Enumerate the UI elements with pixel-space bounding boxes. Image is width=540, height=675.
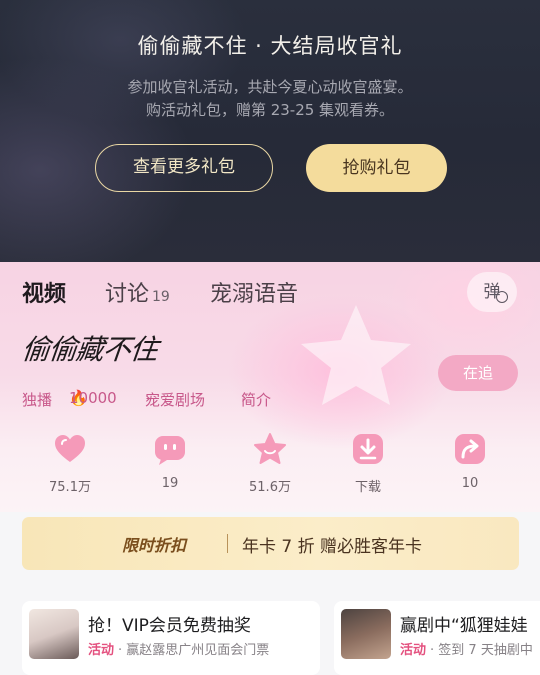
promo-banner: 偷偷藏不住 · 大结局收官礼 参加收官礼活动，共赴今夏心动收官盛宴。 购活动礼包… — [0, 0, 540, 262]
comment-icon — [155, 436, 185, 465]
tab-voice[interactable]: 宠溺语音 — [210, 276, 298, 308]
star-icon — [254, 433, 286, 464]
follow-button[interactable]: 在追 — [438, 355, 518, 391]
activity-subtitle: 活动 · 赢赵露思广州见面会门票 — [88, 639, 269, 658]
promo-title: 偷偷藏不住 · 大结局收官礼 — [137, 34, 403, 58]
discount-text: 年卡 7 折 赠必胜客年卡 — [242, 537, 423, 557]
tab-discussion-count: 19 — [152, 289, 170, 305]
tab-voice-label: 宠溺语音 — [210, 282, 299, 307]
heart-icon — [55, 435, 85, 462]
buy-package-button[interactable]: 抢购礼包 — [306, 144, 447, 192]
download-icon — [353, 434, 383, 464]
activity-badge: 活动 — [88, 643, 115, 658]
share-count: 10 — [461, 476, 479, 491]
chevron-right-icon: › — [145, 389, 151, 407]
activity-card[interactable]: 赢剧中“狐狸娃娃 活动 · 签到 7 天抽剧中 — [334, 601, 540, 675]
comment-action[interactable]: 19 — [130, 432, 210, 491]
share-icon — [455, 434, 485, 464]
tab-discussion[interactable]: 讨论 19 — [105, 276, 170, 308]
activity-badge: 活动 — [400, 643, 427, 658]
comment-count: 19 — [161, 476, 179, 491]
discount-banner[interactable]: 限时折扣 年卡 7 折 赠必胜客年卡 — [22, 517, 519, 570]
activity-title: 抢！VIP会员免费抽奖 — [88, 616, 251, 636]
activity-title: 赢剧中“狐狸娃娃 — [400, 616, 528, 636]
like-action[interactable]: 75.1万 — [30, 432, 110, 495]
activity-subtitle: 活动 · 签到 7 天抽剧中 — [400, 639, 533, 658]
activity-thumbnail — [29, 609, 79, 659]
promo-description: 参加收官礼活动，共赴今夏心动收官盛宴。 — [127, 78, 413, 96]
download-action[interactable]: 下载 — [328, 432, 408, 495]
activity-card[interactable]: 抢！VIP会员免费抽奖 活动 · 赢赵露思广州见面会门票 — [22, 601, 320, 675]
tab-video[interactable]: 视频 — [22, 276, 66, 308]
danmu-toggle-button[interactable]: 弹 — [467, 272, 517, 312]
more-packages-button[interactable]: 查看更多礼包 — [95, 144, 273, 192]
discount-tag: 限时折扣 — [122, 536, 187, 555]
like-count: 75.1万 — [49, 480, 91, 495]
category-label: 宠爱剧场 — [145, 391, 206, 409]
share-action[interactable]: 10 — [430, 432, 510, 491]
favorite-action[interactable]: 51.6万 — [230, 432, 310, 495]
favorite-count: 51.6万 — [249, 480, 291, 495]
activity-desc: · 赢赵露思广州见面会门票 — [118, 643, 270, 658]
download-label: 下载 — [354, 480, 381, 495]
exclusive-badge: 独播 — [22, 391, 53, 409]
promo-description-2: 购活动礼包，赠第 23-25 集观看券。 — [145, 101, 395, 119]
activity-desc: · 签到 7 天抽剧中 — [430, 643, 533, 658]
divider — [227, 534, 228, 553]
danmu-settings-icon — [496, 291, 508, 303]
show-logo: 偷偷藏不住 — [20, 333, 159, 366]
tab-discussion-label: 讨论 — [105, 282, 150, 307]
tab-video-label: 视频 — [22, 282, 67, 307]
chevron-right-icon: › — [241, 389, 247, 407]
star-decoration — [301, 305, 411, 405]
activity-thumbnail — [341, 609, 391, 659]
heat-value: 10000 — [69, 389, 117, 407]
